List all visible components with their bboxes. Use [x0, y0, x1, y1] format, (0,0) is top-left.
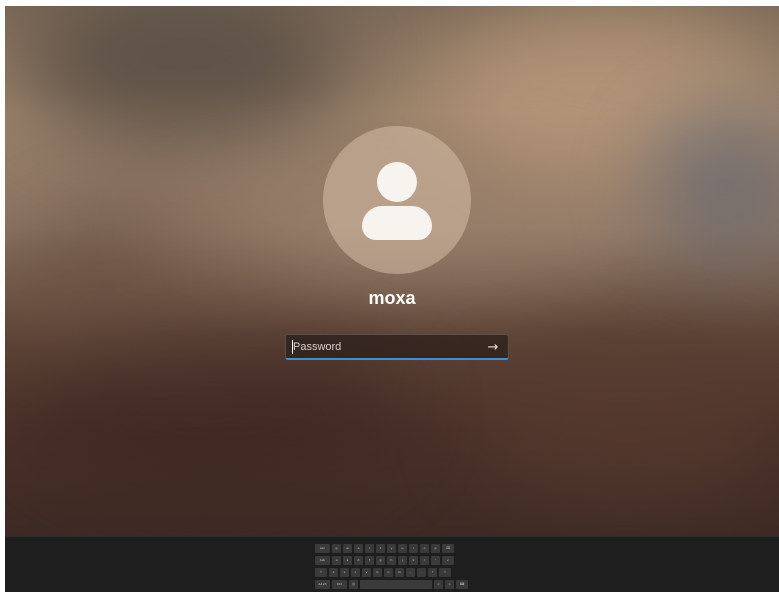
keyboard-row-2: tab a s d f g h j k l ' ↵: [315, 556, 454, 565]
keyboard-key[interactable]: ?: [428, 568, 437, 577]
keyboard-key[interactable]: x: [340, 568, 349, 577]
keyboard-row-3: ⇧ z x c v b n m,.? ⇧: [315, 568, 451, 577]
keyboard-key[interactable]: u: [398, 544, 407, 553]
keyboard-key[interactable]: k: [409, 556, 418, 565]
password-field-container[interactable]: →: [285, 334, 509, 360]
keyboard-key[interactable]: .: [417, 568, 426, 577]
keyboard-key[interactable]: ': [431, 556, 440, 565]
keyboard-key[interactable]: ⇧: [315, 568, 327, 577]
keyboard-key[interactable]: <: [434, 580, 443, 589]
keyboard-key[interactable]: c: [351, 568, 360, 577]
keyboard-key[interactable]: y: [387, 544, 396, 553]
touch-keyboard: esc q w e r t y u i o p ⌫ tab a s d f g h j k l ' ↵ ⇧ z x c v b n m,.…: [315, 544, 485, 590]
keyboard-key[interactable]: ⌫: [442, 544, 454, 553]
keyboard-key[interactable]: a: [332, 556, 341, 565]
keyboard-key[interactable]: r: [365, 544, 374, 553]
arrow-right-icon[interactable]: →: [484, 337, 502, 357]
keyboard-key[interactable]: ⌨: [456, 580, 468, 589]
keyboard-key[interactable]: t: [376, 544, 385, 553]
keyboard-key[interactable]: Ctrl: [332, 580, 347, 589]
blurred-wallpaper: moxa →: [5, 6, 779, 536]
person-icon-body: [362, 206, 432, 240]
keyboard-key[interactable]: ⇧: [439, 568, 451, 577]
keyboard-key[interactable]: esc: [315, 544, 330, 553]
person-icon: [377, 162, 417, 202]
keyboard-key[interactable]: q: [332, 544, 341, 553]
touch-keyboard-panel: esc q w e r t y u i o p ⌫ tab a s d f g h j k l ' ↵ ⇧ z x c v b n m,.…: [5, 536, 779, 592]
username-label: moxa: [368, 288, 416, 308]
keyboard-key[interactable]: h: [387, 556, 396, 565]
keyboard-key[interactable]: [360, 580, 432, 589]
password-input[interactable]: [293, 335, 473, 359]
keyboard-key[interactable]: b: [373, 568, 382, 577]
keyboard-key[interactable]: l: [420, 556, 429, 565]
keyboard-key[interactable]: j: [398, 556, 407, 565]
keyboard-key[interactable]: ↵: [442, 556, 454, 565]
keyboard-key[interactable]: z: [329, 568, 338, 577]
keyboard-key[interactable]: &123: [315, 580, 330, 589]
keyboard-key[interactable]: p: [431, 544, 440, 553]
keyboard-key[interactable]: d: [354, 556, 363, 565]
keyboard-row-1: esc q w e r t y u i o p ⌫: [315, 544, 454, 553]
keyboard-row-4: &123 Ctrl ☺ < > ⌨: [315, 580, 468, 589]
keyboard-key[interactable]: f: [365, 556, 374, 565]
user-avatar: [323, 126, 471, 274]
keyboard-key[interactable]: tab: [315, 556, 330, 565]
keyboard-key[interactable]: s: [343, 556, 352, 565]
lock-screen: moxa → esc q w e r t y u i o p ⌫ tab a s d f g h j k l ' ↵ ⇧ z x…: [5, 6, 779, 592]
keyboard-key[interactable]: ,: [406, 568, 415, 577]
keyboard-key[interactable]: e: [354, 544, 363, 553]
keyboard-key[interactable]: >: [445, 580, 454, 589]
keyboard-key[interactable]: ☺: [349, 580, 358, 589]
keyboard-key[interactable]: g: [376, 556, 385, 565]
keyboard-key[interactable]: w: [343, 544, 352, 553]
keyboard-key[interactable]: o: [420, 544, 429, 553]
keyboard-key[interactable]: m: [395, 568, 404, 577]
keyboard-key[interactable]: v: [362, 568, 371, 577]
keyboard-key[interactable]: i: [409, 544, 418, 553]
keyboard-key[interactable]: n: [384, 568, 393, 577]
